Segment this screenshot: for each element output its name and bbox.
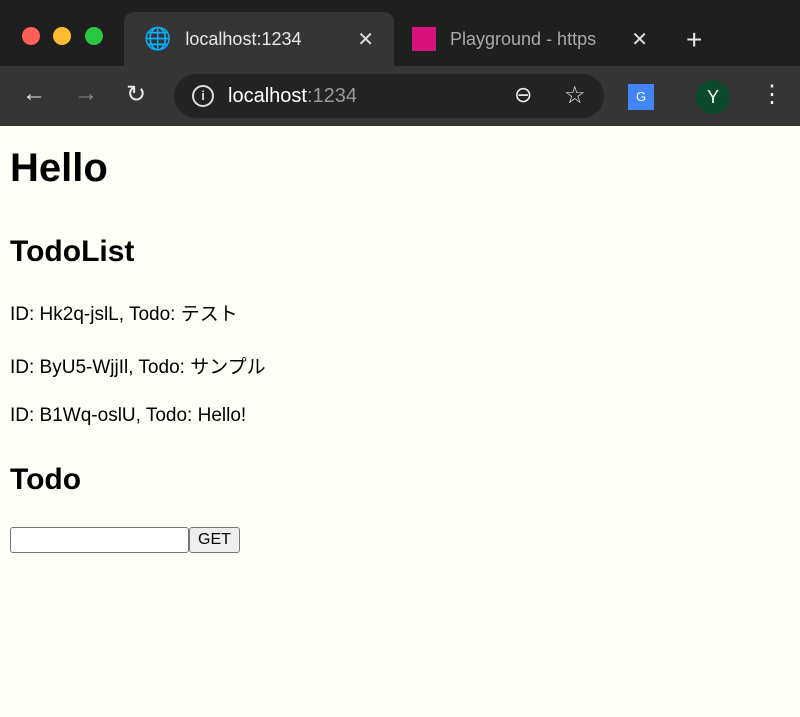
back-icon[interactable]: ← — [22, 80, 46, 108]
todo-list-heading: TodoList — [10, 235, 135, 268]
page-title: Hello — [10, 146, 108, 190]
new-tab-icon[interactable]: + — [686, 24, 702, 56]
close-tab-icon[interactable]: ✕ — [357, 27, 374, 52]
todo-id-input[interactable] — [10, 527, 189, 553]
forward-icon[interactable]: → — [74, 80, 98, 108]
graphql-icon — [412, 27, 436, 51]
todo-heading: Todo — [10, 463, 82, 496]
reload-icon[interactable]: ↻ — [126, 80, 146, 109]
tab-localhost[interactable]: 🌐 localhost:1234 ✕ — [124, 12, 394, 66]
bookmark-star-icon[interactable]: ☆ — [564, 81, 586, 110]
translate-icon[interactable]: G — [628, 84, 654, 110]
avatar[interactable]: Y — [696, 80, 730, 114]
close-window-button[interactable] — [22, 27, 40, 45]
list-item: ID: Hk2q-jslL, Todo: テスト — [10, 304, 238, 325]
close-tab-icon[interactable]: ✕ — [631, 27, 648, 52]
list-item: ID: B1Wq-oslU, Todo: Hello! — [10, 405, 247, 426]
menu-icon[interactable]: ⋮ — [760, 80, 784, 109]
info-icon: i — [192, 85, 214, 107]
tab-playground[interactable]: Playground - https ✕ — [412, 12, 662, 66]
todo-form: GET — [10, 527, 790, 553]
toolbar: ← → ↻ i localhost:1234 ⊖ ☆ G Y ⋮ — [0, 66, 800, 126]
maximize-window-button[interactable] — [85, 27, 103, 45]
tab-bar: 🌐 localhost:1234 ✕ Playground - https ✕ … — [0, 0, 800, 66]
get-button[interactable]: GET — [189, 527, 240, 553]
address-bar[interactable]: i localhost:1234 ⊖ ☆ — [174, 74, 604, 118]
minimize-window-button[interactable] — [53, 27, 71, 45]
globe-icon: 🌐 — [144, 26, 172, 51]
page-content: Hello TodoList ID: Hk2q-jslL, Todo: テスト … — [0, 126, 800, 717]
list-item: ID: ByU5-WjjIl, Todo: サンプル — [10, 357, 266, 378]
zoom-out-icon[interactable]: ⊖ — [514, 82, 532, 108]
